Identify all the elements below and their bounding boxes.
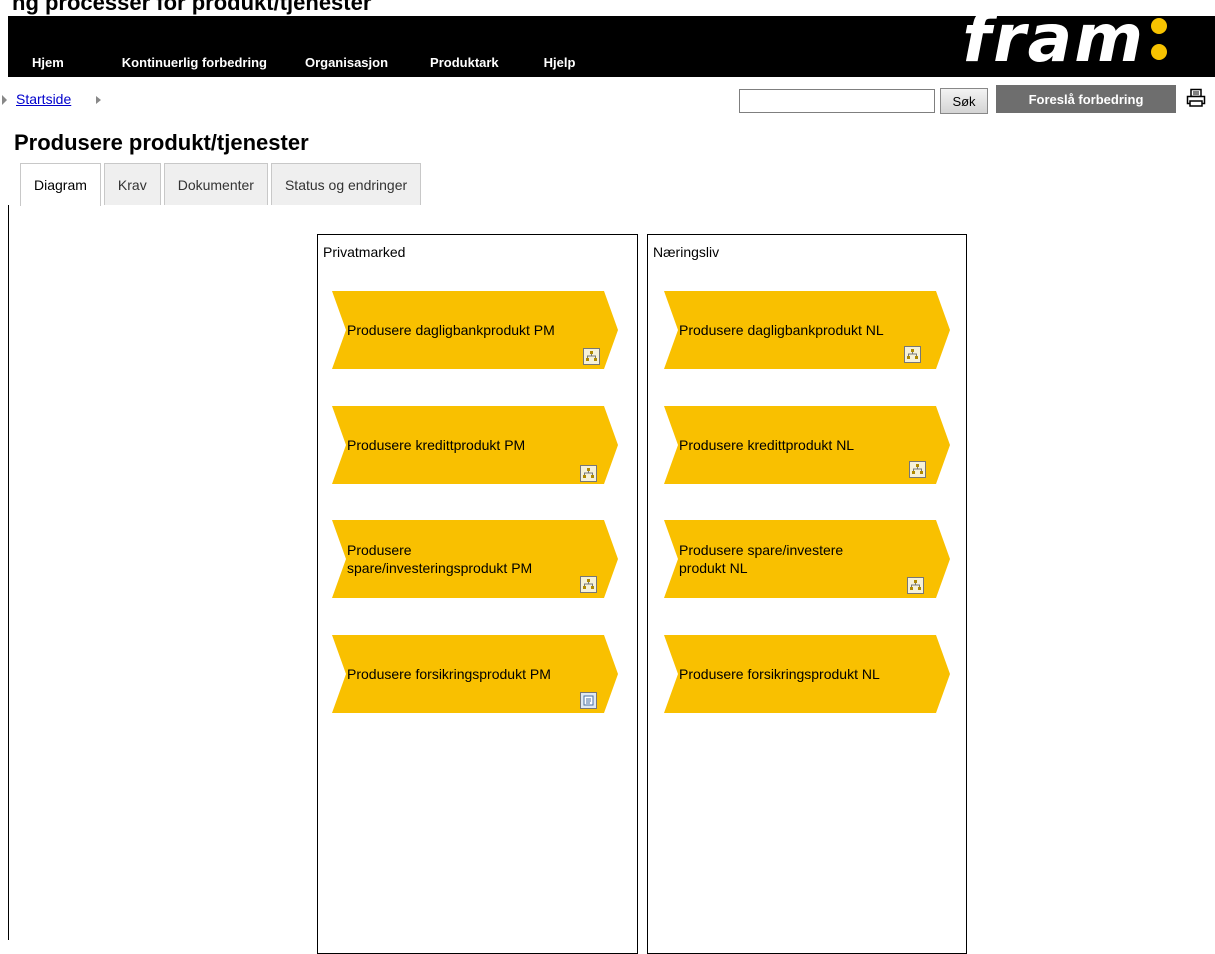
lane-privatmarked: Privatmarked Produsere dagligbankprodukt… [317, 234, 638, 954]
cropped-heading-text: ng processer for produkt/tjenester [12, 0, 372, 15]
process-dagligbankprodukt-pm[interactable]: Produsere dagligbankprodukt PM [332, 291, 618, 369]
search-button[interactable]: Søk [940, 88, 988, 114]
process-label-line-2: produkt NL [679, 560, 748, 576]
tab-diagram[interactable]: Diagram [20, 163, 101, 206]
nav-item-hjem[interactable]: Hjem [32, 55, 64, 70]
tab-status-og-endringer[interactable]: Status og endringer [270, 163, 422, 205]
lane-title: Næringsliv [653, 244, 720, 260]
breadcrumb-startside-link[interactable]: Startside [16, 91, 71, 107]
process-forsikringsprodukt-pm[interactable]: Produsere forsikringsprodukt PM [332, 635, 618, 713]
fram-logo[interactable]: fram [962, 4, 1167, 74]
page-title: Produsere produkt/tjenester [14, 130, 309, 155]
process-label-line-1: Produsere [347, 542, 412, 558]
process-model-icon[interactable] [907, 577, 924, 594]
lane-title: Privatmarked [323, 244, 406, 260]
process-model-icon[interactable] [580, 576, 597, 593]
process-forsikringsprodukt-nl[interactable]: Produsere forsikringsprodukt NL [664, 635, 950, 713]
process-kredittprodukt-pm[interactable]: Produsere kredittprodukt PM [332, 406, 618, 484]
process-model-icon[interactable] [909, 461, 926, 478]
lane-naeringsliv: Næringsliv Produsere dagligbankprodukt N… [647, 234, 967, 954]
process-label: Produsere kredittprodukt PM [347, 437, 526, 453]
main-nav: Hjem Kontinuerlig forbedring Organisasjo… [8, 47, 575, 77]
tab-bar: Diagram Krav Dokumenter Status og endrin… [20, 163, 422, 206]
nav-item-organisasjon[interactable]: Organisasjon [305, 55, 388, 70]
process-model-icon[interactable] [583, 348, 600, 365]
process-label-line-1: Produsere spare/investere [679, 542, 844, 558]
nav-item-hjelp[interactable]: Hjelp [544, 55, 576, 70]
process-label: Produsere forsikringsprodukt NL [679, 666, 880, 682]
logo-text: fram [962, 0, 1145, 77]
tab-dokumenter[interactable]: Dokumenter [163, 163, 268, 205]
breadcrumb-back-arrow-icon [2, 95, 7, 105]
process-spare-investere-produkt-nl[interactable]: Produsere spare/investere produkt NL [664, 520, 950, 598]
logo-colon-icon [1151, 18, 1167, 60]
document-icon[interactable] [580, 692, 597, 709]
process-label: Produsere dagligbankprodukt PM [347, 322, 555, 338]
nav-item-kontinuerlig-forbedring[interactable]: Kontinuerlig forbedring [122, 55, 267, 70]
process-spare-investeringsprodukt-pm[interactable]: Produsere spare/investeringsprodukt PM [332, 520, 618, 598]
suggest-improvement-button[interactable]: Foreslå forbedring [996, 85, 1176, 113]
top-header: Hjem Kontinuerlig forbedring Organisasjo… [8, 6, 1215, 77]
search-input[interactable] [739, 89, 935, 113]
process-label: Produsere spare/investere produkt NL [679, 541, 843, 577]
process-label: Produsere forsikringsprodukt PM [347, 666, 551, 682]
printer-icon[interactable] [1186, 88, 1206, 108]
process-label-line-2: spare/investeringsprodukt PM [347, 560, 533, 576]
process-label: Produsere kredittprodukt NL [679, 437, 855, 453]
content-left-border [8, 205, 9, 940]
process-label: Produsere spare/investeringsprodukt PM [347, 541, 532, 577]
tab-krav[interactable]: Krav [103, 163, 161, 205]
nav-item-produktark[interactable]: Produktark [430, 55, 499, 70]
process-label: Produsere dagligbankprodukt NL [679, 322, 884, 338]
process-kredittprodukt-nl[interactable]: Produsere kredittprodukt NL [664, 406, 950, 484]
process-model-icon[interactable] [904, 346, 921, 363]
process-model-icon[interactable] [580, 465, 597, 482]
process-dagligbankprodukt-nl[interactable]: Produsere dagligbankprodukt NL [664, 291, 950, 369]
breadcrumb-separator-icon [96, 96, 101, 104]
